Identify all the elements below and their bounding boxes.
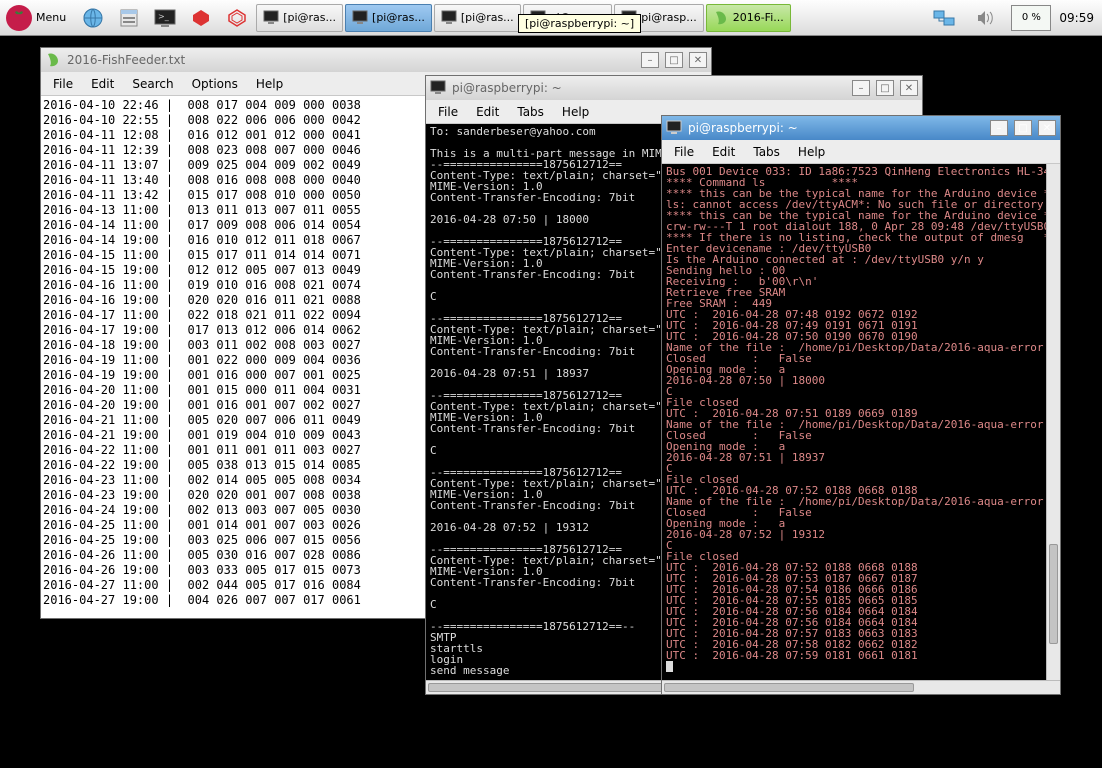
menu-tabs[interactable]: Tabs [509, 103, 552, 121]
minimize-button[interactable]: – [990, 120, 1008, 136]
close-button[interactable]: ✕ [900, 80, 918, 96]
taskbar-task-label: 2016-Fi... [733, 11, 784, 24]
taskbar-task-label: [pi@ras... [283, 11, 336, 24]
taskbar-task-1[interactable]: [pi@ras... [345, 4, 432, 32]
volume-icon[interactable] [969, 3, 1003, 33]
menu-edit[interactable]: Edit [83, 75, 122, 93]
menu-edit[interactable]: Edit [468, 103, 507, 121]
menu-file[interactable]: File [45, 75, 81, 93]
svg-text:>_: >_ [158, 12, 170, 21]
menu-options[interactable]: Options [184, 75, 246, 93]
clock[interactable]: 09:59 [1059, 11, 1094, 25]
terminal-launcher[interactable]: >_ [148, 3, 182, 33]
maximize-button[interactable]: □ [665, 52, 683, 68]
minimize-button[interactable]: – [641, 52, 659, 68]
network-icon[interactable] [927, 3, 961, 33]
menu-help[interactable]: Help [554, 103, 597, 121]
cpu-monitor[interactable]: 0 % [1011, 5, 1051, 31]
taskbar-tooltip: [pi@raspberrypi: ~] [518, 14, 641, 33]
close-button[interactable]: ✕ [689, 52, 707, 68]
menu-file[interactable]: File [666, 143, 702, 161]
terminal2-vscrollbar[interactable] [1046, 164, 1060, 680]
web-browser-launcher[interactable] [76, 3, 110, 33]
taskbar-task-2[interactable]: [pi@ras... [434, 4, 521, 32]
taskbar-task-0[interactable]: [pi@ras... [256, 4, 343, 32]
terminal-icon [352, 10, 368, 26]
menu-search[interactable]: Search [124, 75, 181, 93]
taskbar-task-label: [pi@ras... [372, 11, 425, 24]
terminal-icon [441, 10, 457, 26]
taskbar-task-label: pi@rasp... [641, 11, 697, 24]
file-manager-launcher[interactable] [112, 3, 146, 33]
terminal-icon [666, 120, 682, 136]
terminal-cursor [666, 661, 673, 672]
editor-title: 2016-FishFeeder.txt [67, 53, 185, 67]
start-menu-button[interactable]: Menu [4, 3, 74, 33]
start-menu-label: Menu [36, 11, 66, 24]
terminal2-title: pi@raspberrypi: ~ [688, 121, 798, 135]
editor-titlebar[interactable]: 2016-FishFeeder.txt – □ ✕ [41, 48, 711, 72]
terminal-window-2: pi@raspberrypi: ~ – □ ✕ FileEditTabsHelp… [661, 115, 1061, 695]
close-button[interactable]: ✕ [1038, 120, 1056, 136]
leafpad-icon [45, 52, 61, 68]
terminal1-titlebar[interactable]: pi@raspberrypi: ~ – □ ✕ [426, 76, 922, 100]
taskbar-task-5[interactable]: 2016-Fi... [706, 4, 791, 32]
terminal-icon [263, 10, 279, 26]
terminal-icon [430, 80, 446, 96]
taskbar-task-label: [pi@ras... [461, 11, 514, 24]
maximize-button[interactable]: □ [876, 80, 894, 96]
leafpad-icon [713, 10, 729, 26]
menu-tabs[interactable]: Tabs [745, 143, 788, 161]
menu-help[interactable]: Help [248, 75, 291, 93]
terminal2-titlebar[interactable]: pi@raspberrypi: ~ – □ ✕ [662, 116, 1060, 140]
mathematica-launcher[interactable] [184, 3, 218, 33]
terminal2-hscrollbar[interactable] [662, 680, 1060, 694]
wolfram-launcher[interactable] [220, 3, 254, 33]
minimize-button[interactable]: – [852, 80, 870, 96]
raspberry-icon [6, 5, 32, 31]
menu-help[interactable]: Help [790, 143, 833, 161]
terminal1-title: pi@raspberrypi: ~ [452, 81, 562, 95]
terminal2-menubar: FileEditTabsHelp [662, 140, 1060, 164]
menu-file[interactable]: File [430, 103, 466, 121]
menu-edit[interactable]: Edit [704, 143, 743, 161]
terminal2-output[interactable]: Bus 001 Device 033: ID 1a86:7523 QinHeng… [662, 164, 1046, 680]
maximize-button[interactable]: □ [1014, 120, 1032, 136]
